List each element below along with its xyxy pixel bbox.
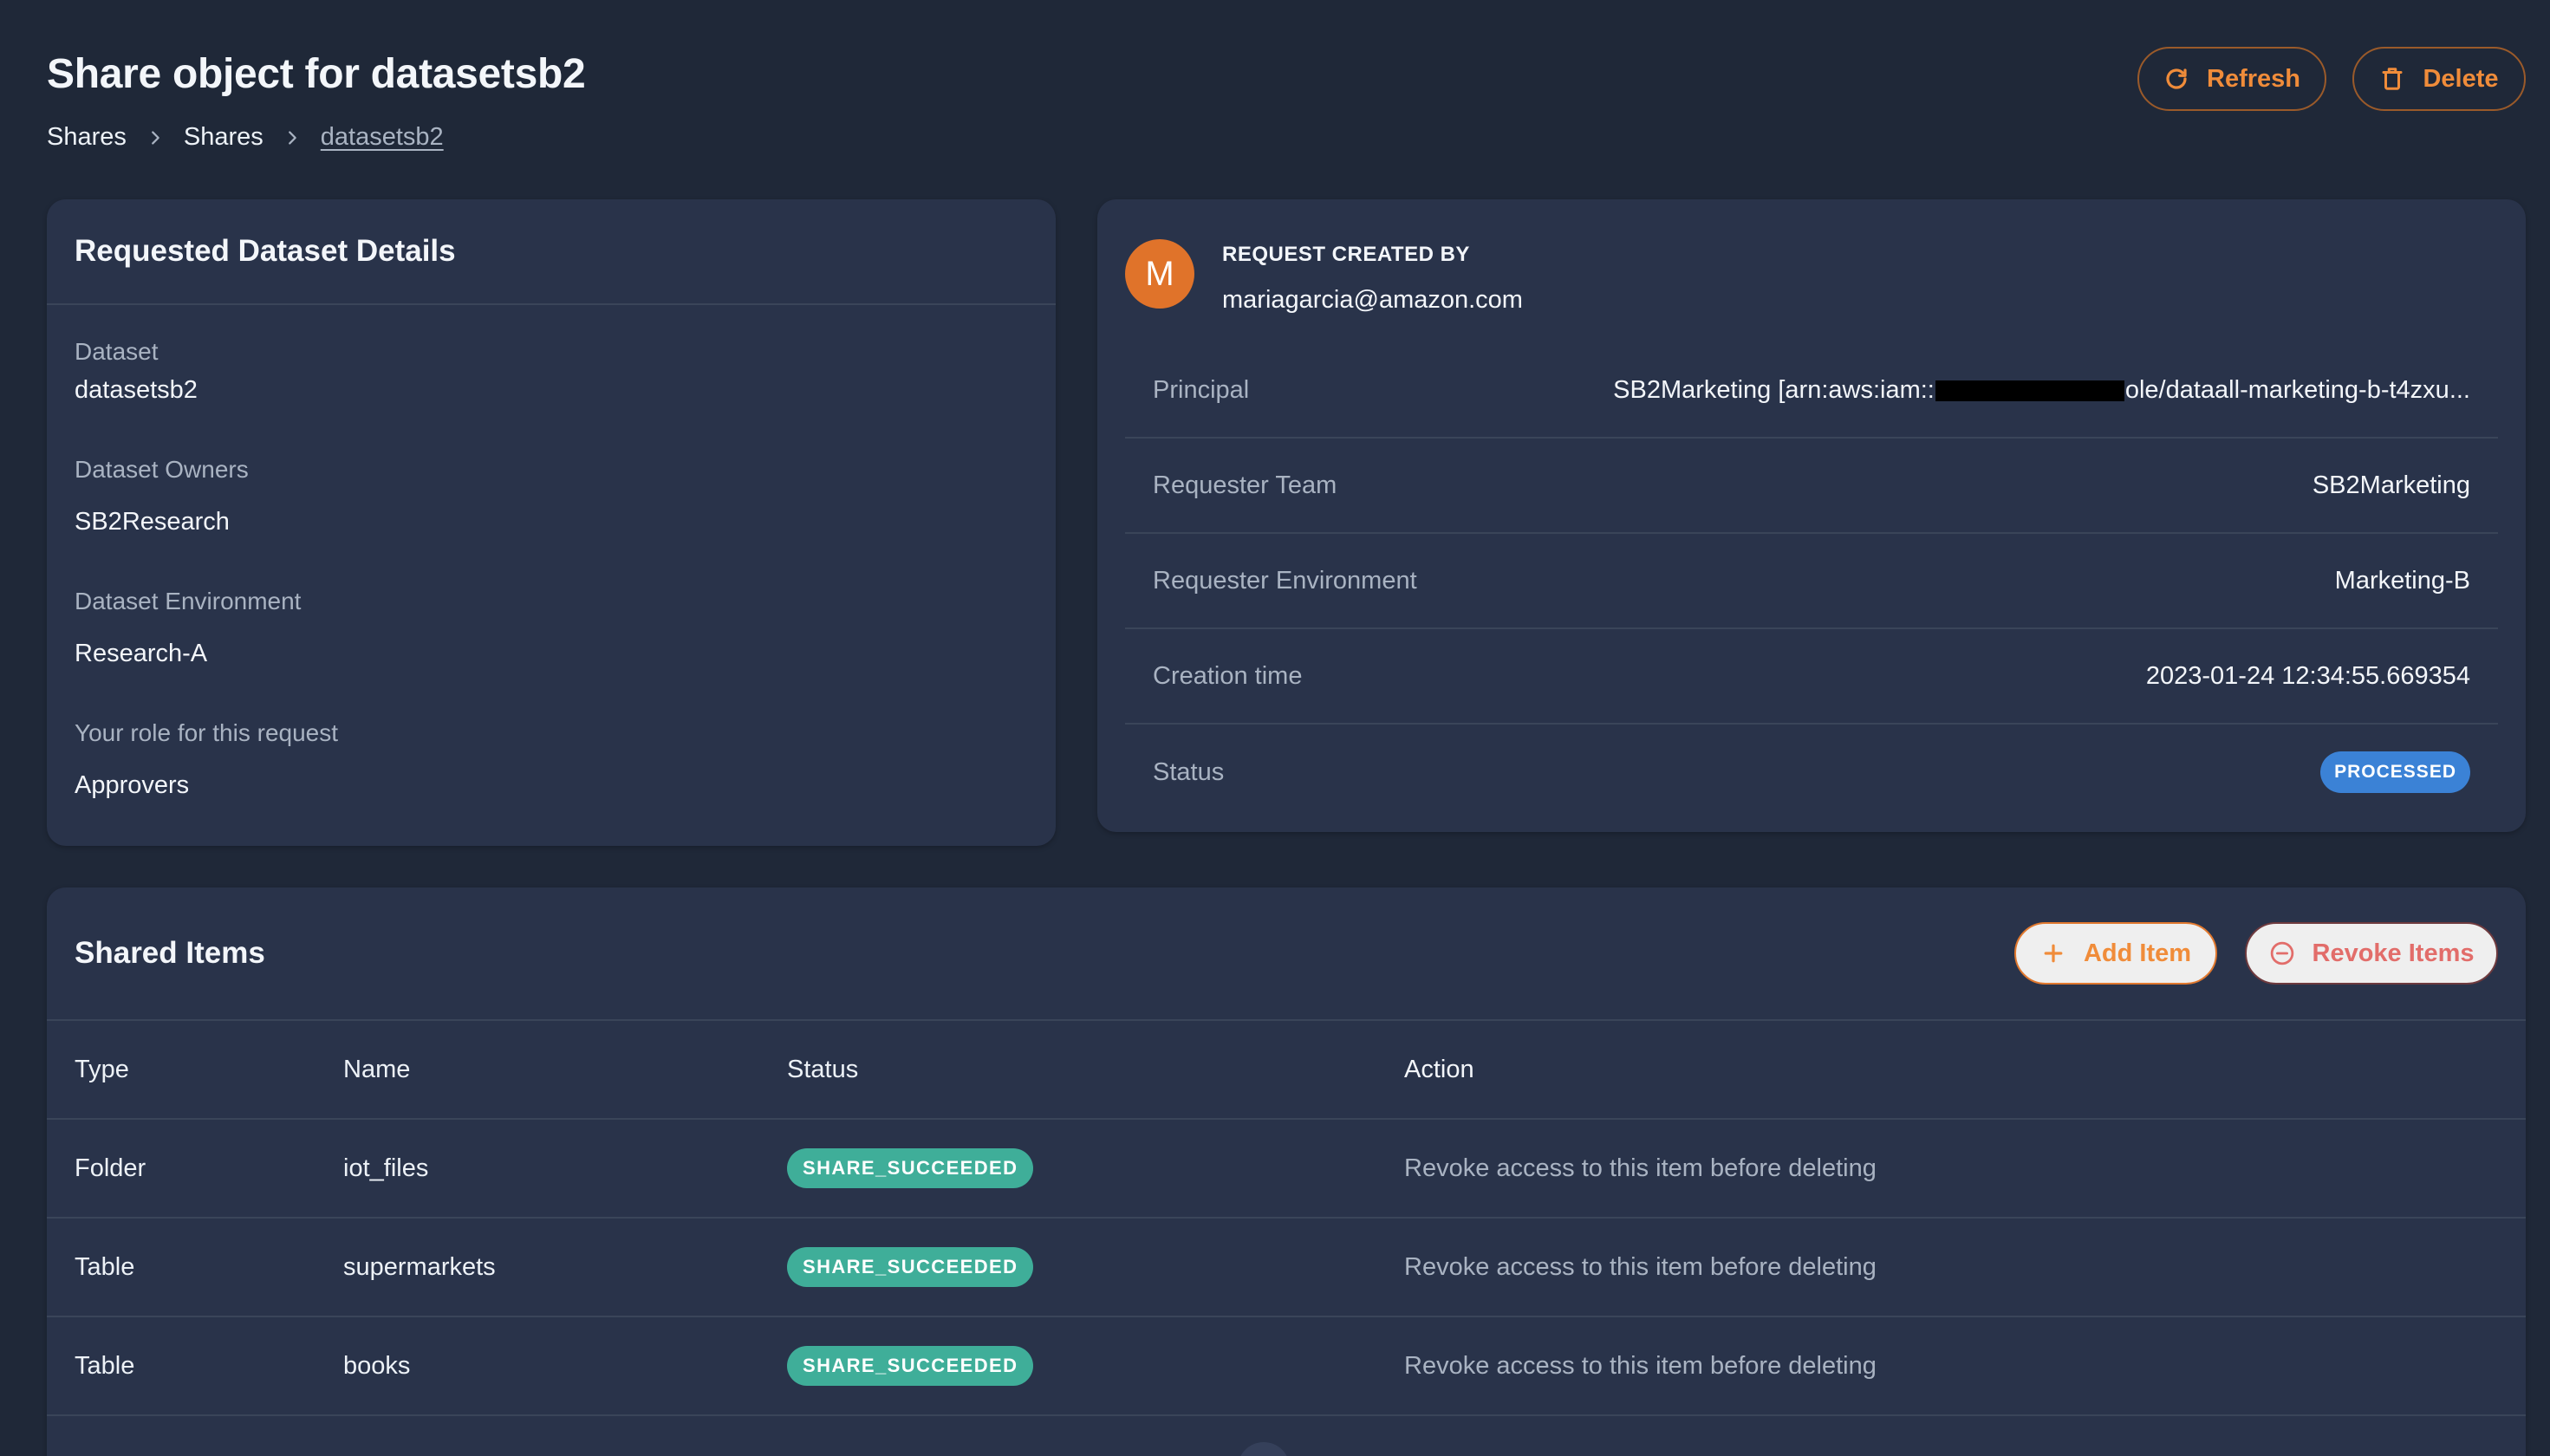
item-type: Table [75,1252,135,1281]
breadcrumb: Shares Shares datasetsb2 [47,123,444,152]
role-label: Your role for this request [75,719,339,746]
refresh-button[interactable]: Refresh [2137,47,2326,111]
page-title: Share object for datasetsb2 [47,51,586,97]
dataset-environment-value: Research-A [75,640,208,667]
item-status-badge: SHARE_SUCCEEDED [787,1148,1034,1188]
refresh-icon [2166,68,2187,89]
trash-icon [2382,68,2403,90]
principal-value-prefix: SB2Marketing [arn:aws:iam:: [1613,375,1935,404]
item-name: supermarkets [343,1252,496,1281]
principal-value: SB2Marketing [arn:aws:iam:: ole/dataall-m… [1613,376,2470,405]
principal-label: Principal [1153,375,1250,404]
chevron-right-icon [127,128,184,147]
status-row: Status PROCESSED [1125,725,2498,820]
avatar: M [1125,239,1194,309]
dataset-owners-label: Dataset Owners [75,456,249,483]
chevron-right-icon [263,128,321,147]
status-badge: PROCESSED [2320,751,2470,793]
column-header-status[interactable]: Status [787,1056,858,1084]
item-type: Table [75,1351,135,1380]
requester-team-label: Requester Team [1153,471,1337,499]
item-action-text: Revoke access to this item before deleti… [1404,1252,1877,1281]
delete-button[interactable]: Delete [2352,47,2526,111]
requester-team-row: Requester Team SB2Marketing [1125,439,2498,534]
dataset-owners-value: SB2Research [75,508,230,536]
delete-button-label: Delete [2423,64,2499,93]
principal-value-suffix: ole/dataall-marketing-b-t4zxu... [2124,375,2470,404]
item-action-text: Revoke access to this item before deleti… [1404,1154,1877,1182]
minus-circle-icon [2270,941,2293,965]
table-footer [47,1414,2526,1456]
table-row: Folder iot_files SHARE_SUCCEEDED Revoke … [47,1118,2526,1217]
shared-items-title: Shared Items [75,936,265,970]
column-header-type[interactable]: Type [75,1056,129,1084]
redacted-block [1935,380,2124,401]
item-status-badge: SHARE_SUCCEEDED [787,1247,1034,1287]
divider [47,303,1056,305]
add-item-label: Add Item [2083,939,2192,967]
shared-items-card: Shared Items Add Item Revoke Items Type … [47,887,2526,1456]
table-row: Table books SHARE_SUCCEEDED Revoke acces… [47,1316,2526,1414]
requester-environment-row: Requester Environment Marketing-B [1125,534,2498,629]
add-item-button[interactable]: Add Item [2014,922,2217,985]
shared-items-table: Type Name Status Action Folder iot_files… [47,1019,2526,1456]
dataset-label: Dataset [75,338,159,365]
creation-time-label: Creation time [1153,661,1303,690]
plus-icon [2044,944,2063,963]
dataset-details-card: Requested Dataset Details Dataset datase… [47,199,1056,846]
breadcrumb-item-current[interactable]: datasetsb2 [321,123,444,152]
requester-environment-label: Requester Environment [1153,566,1417,595]
dataset-environment-label: Dataset Environment [75,588,302,614]
breadcrumb-item-shares-root[interactable]: Shares [47,123,127,152]
item-action-text: Revoke access to this item before deleti… [1404,1351,1877,1380]
creation-time-row: Creation time 2023-01-24 12:34:55.669354 [1125,629,2498,725]
item-name: books [343,1351,411,1380]
item-type: Folder [75,1154,146,1182]
requester-team-value: SB2Marketing [2312,471,2470,499]
table-row: Table supermarkets SHARE_SUCCEEDED Revok… [47,1217,2526,1316]
principal-row: Principal SB2Marketing [arn:aws:iam:: ole… [1125,343,2498,439]
breadcrumb-item-shares[interactable]: Shares [184,123,263,152]
status-label: Status [1153,757,1225,786]
table-header-row: Type Name Status Action [47,1019,2526,1118]
dataset-details-title: Requested Dataset Details [75,234,456,268]
role-value: Approvers [75,771,190,799]
item-name: iot_files [343,1154,429,1182]
creation-time-value: 2023-01-24 12:34:55.669354 [2145,661,2470,690]
request-created-by-caption: REQUEST CREATED BY [1222,243,1470,266]
refresh-button-label: Refresh [2207,64,2300,93]
column-header-action: Action [1404,1055,1474,1083]
column-header-name[interactable]: Name [343,1056,410,1084]
revoke-items-label: Revoke Items [2312,939,2475,967]
item-status-badge: SHARE_SUCCEEDED [787,1346,1034,1386]
request-info-card: M REQUEST CREATED BY mariagarcia@amazon.… [1097,199,2526,832]
requester-environment-value: Marketing-B [2334,566,2470,595]
share-object-page: Share object for datasetsb2 Shares Share… [0,0,2550,1456]
requester-email: mariagarcia@amazon.com [1222,286,1523,314]
revoke-items-button[interactable]: Revoke Items [2245,922,2498,985]
dataset-value: datasetsb2 [75,376,198,404]
